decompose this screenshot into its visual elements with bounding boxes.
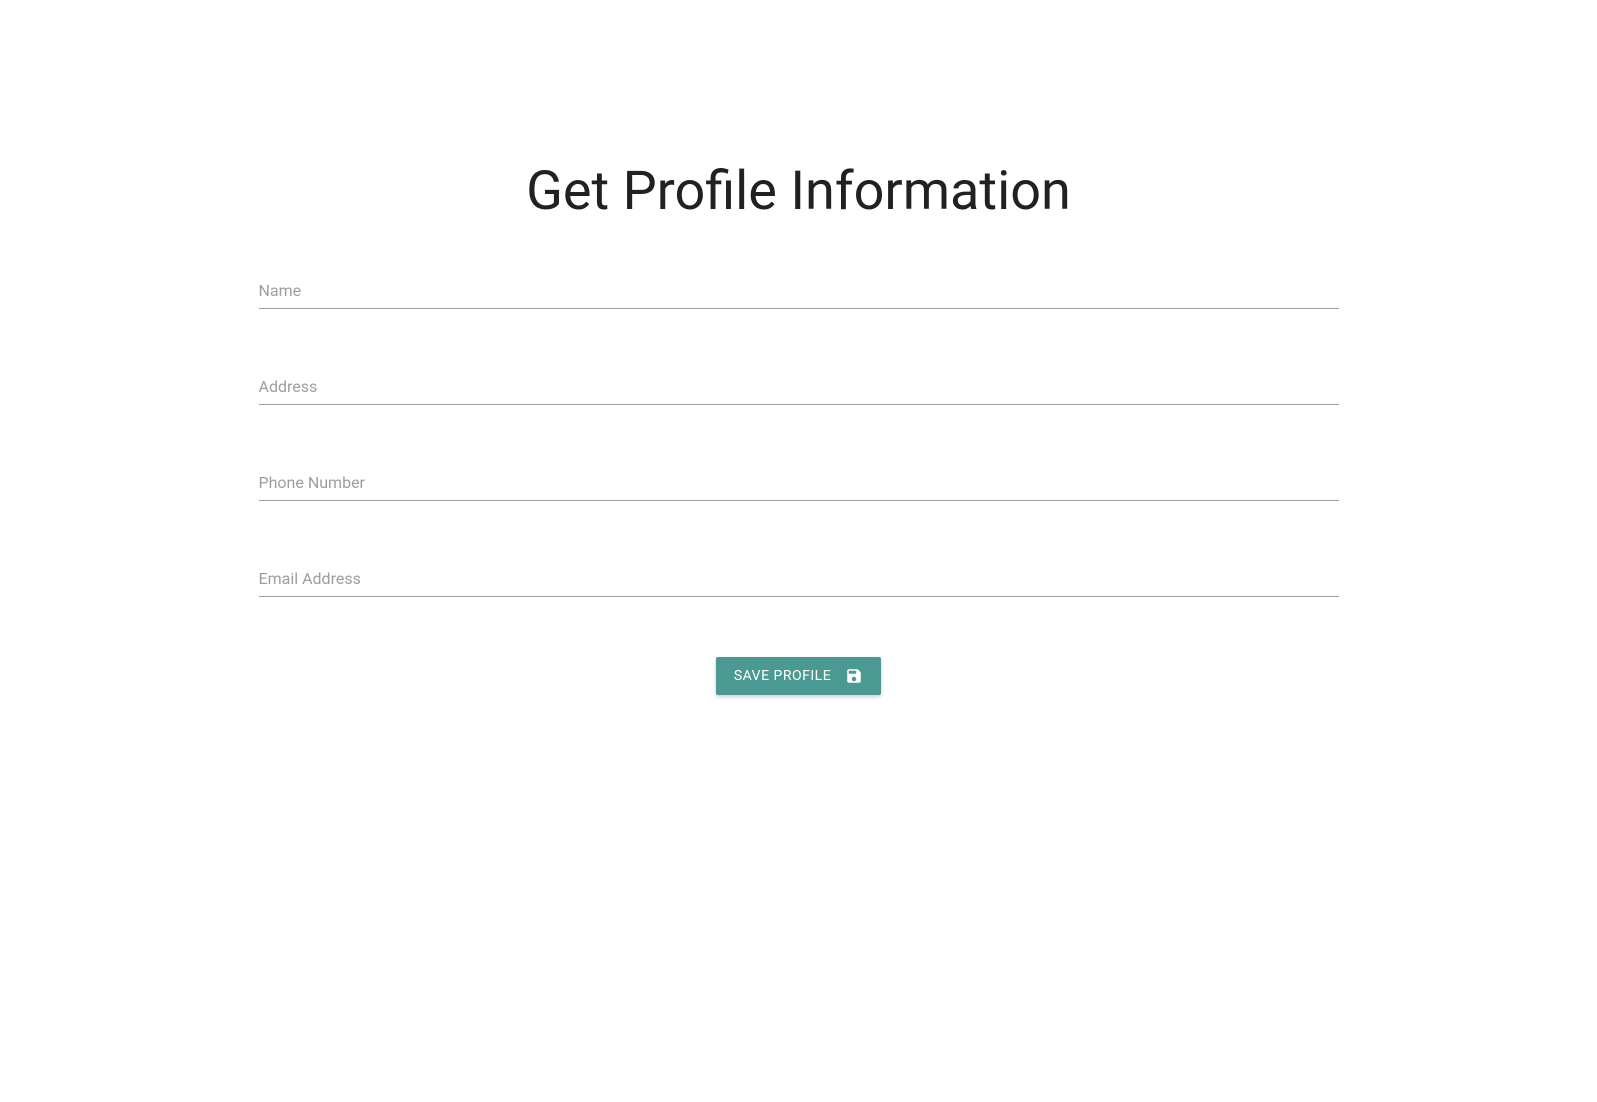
profile-form-container: Get Profile Information SAVE PROFILE bbox=[239, 160, 1359, 695]
page-title: Get Profile Information bbox=[259, 160, 1339, 223]
address-input[interactable] bbox=[259, 369, 1339, 405]
address-field-group bbox=[259, 369, 1339, 405]
save-icon bbox=[845, 667, 863, 685]
name-input[interactable] bbox=[259, 273, 1339, 309]
email-input[interactable] bbox=[259, 561, 1339, 597]
save-profile-button[interactable]: SAVE PROFILE bbox=[716, 657, 881, 695]
phone-field-group bbox=[259, 465, 1339, 501]
email-field-group bbox=[259, 561, 1339, 597]
name-field-group bbox=[259, 273, 1339, 309]
save-button-label: SAVE PROFILE bbox=[734, 668, 831, 684]
phone-input[interactable] bbox=[259, 465, 1339, 501]
button-container: SAVE PROFILE bbox=[259, 657, 1339, 695]
